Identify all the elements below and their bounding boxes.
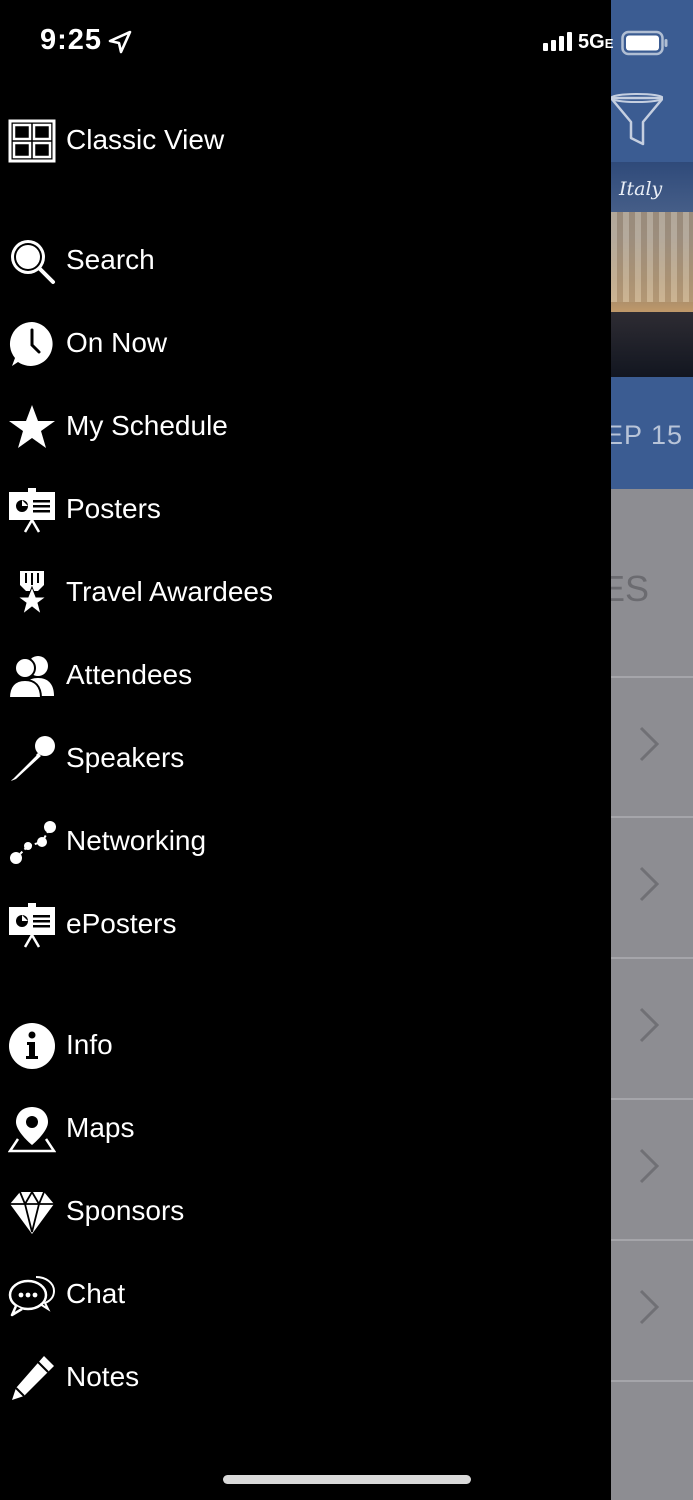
chat-bubbles-icon [8,1276,56,1317]
list-item[interactable] [611,676,693,818]
status-time: 9:25 [40,24,103,56]
grid-icon [8,119,56,163]
menu-item-on-now[interactable]: On Now [0,311,611,381]
menu-item-label: ePosters [66,908,177,939]
menu-item-label: Classic View [66,124,225,155]
background-app[interactable]: Italy EP 15 ES [611,0,693,1500]
list-item[interactable] [611,1380,693,1500]
menu-item-search[interactable]: Search [0,228,611,298]
people-icon [8,656,54,699]
chevron-right-icon [639,1289,660,1325]
section-heading: ES [611,568,650,609]
menu-item-classic-view[interactable]: Classic View [0,108,611,178]
network-nodes-icon [10,821,56,864]
diamond-icon [10,1190,54,1234]
menu-item-label: Info [66,1029,113,1060]
network-type: 5GE [578,31,614,53]
menu-item-posters[interactable]: Posters [0,477,611,547]
menu-item-label: Attendees [66,659,193,690]
menu-item-label: My Schedule [66,410,228,441]
banner-text: Italy [619,178,663,200]
menu-item-chat[interactable]: Chat [0,1262,611,1332]
home-indicator[interactable] [223,1475,471,1484]
menu-item-info[interactable]: Info [0,1013,611,1083]
menu-item-my-schedule[interactable]: My Schedule [0,394,611,464]
menu-item-label: Sponsors [66,1195,185,1226]
menu-item-maps[interactable]: Maps [0,1096,611,1166]
menu-item-label: On Now [66,327,168,358]
pencil-icon [12,1356,54,1400]
menu-item-networking[interactable]: Networking [0,809,611,879]
award-ribbon-star-icon [16,571,48,616]
menu-item-sponsors[interactable]: Sponsors [0,1179,611,1249]
microphone-icon [11,736,55,781]
menu-item-label: Speakers [66,742,185,773]
menu-item-label: Networking [66,825,207,856]
list-item[interactable] [611,1098,693,1240]
filter-icon[interactable] [611,92,663,152]
presentation-board-icon [9,488,55,533]
menu-item-label: Travel Awardees [66,576,273,607]
menu-item-label: Posters [66,493,161,524]
menu-item-speakers[interactable]: Speakers [0,726,611,796]
menu-item-label: Maps [66,1112,135,1143]
menu-item-attendees[interactable]: Attendees [0,643,611,713]
menu-item-eposters[interactable]: ePosters [0,892,611,962]
chevron-right-icon [639,1007,660,1043]
menu-item-travel-awardees[interactable]: Travel Awardees [0,560,611,630]
navigation-drawer: 9:25 Classic View Search On Now My Sched… [0,0,611,1500]
chevron-right-icon [639,866,660,902]
chevron-right-icon [639,1148,660,1184]
signal-bars-icon [543,32,572,51]
list-item[interactable] [611,957,693,1099]
list-item[interactable] [611,1239,693,1381]
menu-item-label: Search [66,244,155,275]
list-item[interactable] [611,816,693,958]
magnifier-icon [11,240,55,284]
star-icon [9,405,55,448]
date-label[interactable]: EP 15 [611,420,683,451]
map-pin-icon [8,1107,56,1153]
chevron-right-icon [639,726,660,762]
clock-icon [9,321,53,366]
location-arrow-icon [108,30,132,54]
menu-item-label: Chat [66,1278,126,1309]
presentation-board-icon [9,903,55,948]
menu-item-notes[interactable]: Notes [0,1345,611,1415]
battery-icon [621,30,668,56]
menu-item-label: Notes [66,1361,140,1392]
info-circle-icon [9,1023,55,1069]
